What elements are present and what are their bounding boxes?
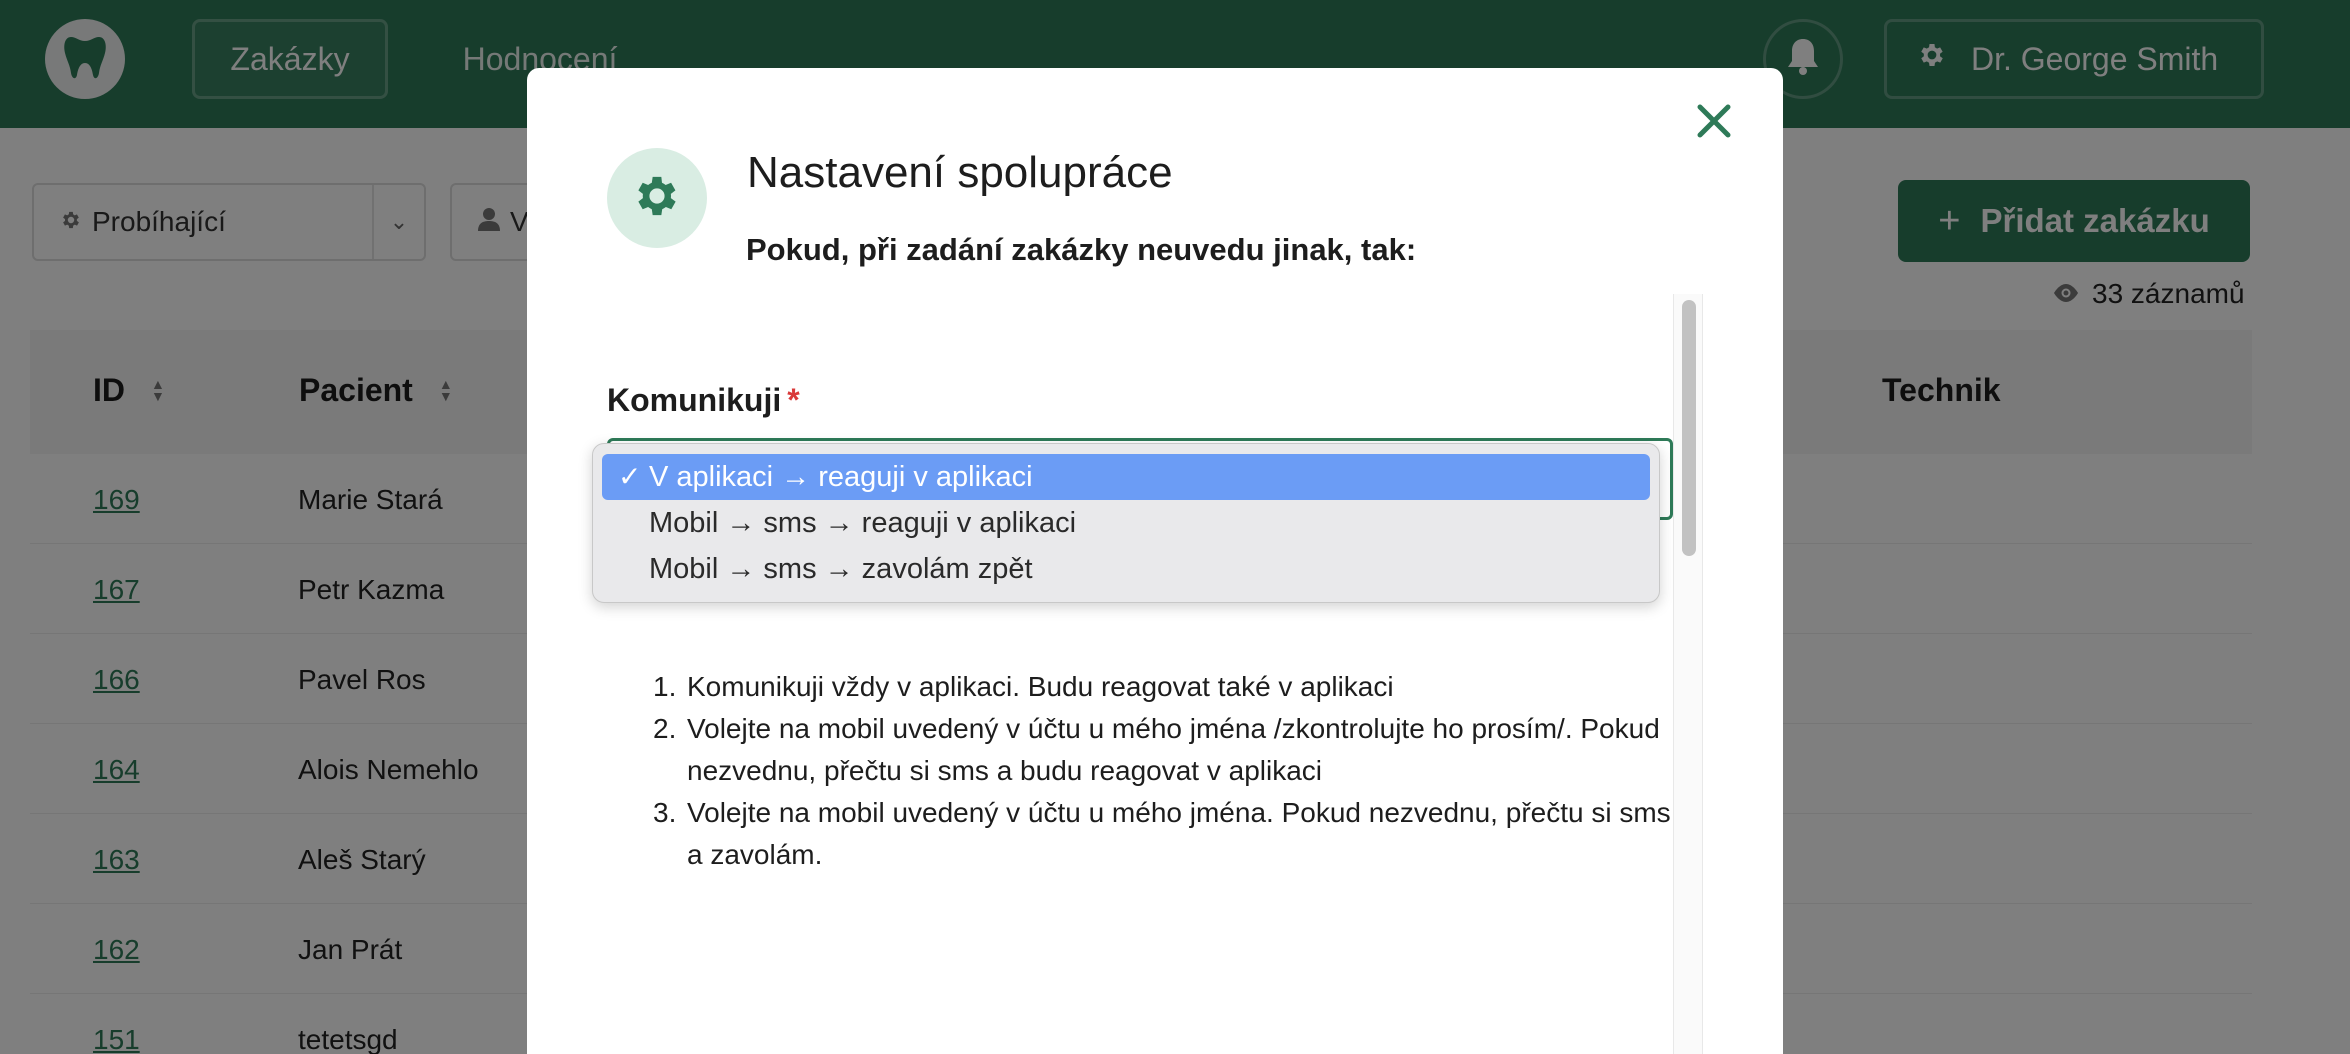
- option-label: Mobil → sms → zavolám zpět: [649, 552, 1033, 585]
- list-text: Volejte na mobil uvedený v účtu u mého j…: [687, 797, 1671, 870]
- list-number: 3.: [653, 797, 677, 828]
- list-item: 1. Komunikuji vždy v aplikaci. Budu reag…: [653, 666, 1687, 708]
- scrollbar-thumb[interactable]: [1682, 300, 1696, 556]
- list-item: 3. Volejte na mobil uvedený v účtu u méh…: [653, 792, 1687, 876]
- collaboration-settings-modal: Nastavení spolupráce Pokud, při zadání z…: [527, 68, 1783, 1054]
- modal-title: Nastavení spolupráce: [747, 148, 1173, 197]
- communication-dropdown: ✓ V aplikaci → reaguji v aplikaci Mobil …: [592, 443, 1660, 603]
- list-text: Komunikuji vždy v aplikaci. Budu reagova…: [687, 671, 1394, 702]
- communication-label-text: Komunikuji: [607, 382, 782, 418]
- close-button[interactable]: [1689, 98, 1739, 148]
- option-descriptions: 1. Komunikuji vždy v aplikaci. Budu reag…: [653, 666, 1687, 876]
- dropdown-option-sms-callback[interactable]: Mobil → sms → zavolám zpět: [602, 546, 1650, 592]
- settings-badge: [607, 148, 707, 248]
- close-icon: [1697, 104, 1731, 143]
- communication-field-label: Komunikuji *: [607, 382, 800, 419]
- option-label: Mobil → sms → reaguji v aplikaci: [649, 506, 1077, 539]
- option-label: V aplikaci → reaguji v aplikaci: [649, 460, 1033, 493]
- list-text: Volejte na mobil uvedený v účtu u mého j…: [687, 713, 1660, 786]
- required-mark: *: [787, 382, 800, 418]
- list-item: 2. Volejte na mobil uvedený v účtu u méh…: [653, 708, 1687, 792]
- list-number: 2.: [653, 713, 677, 744]
- check-icon: ✓: [618, 461, 642, 492]
- modal-subtitle: Pokud, při zadání zakázky neuvedu jinak,…: [746, 232, 1417, 267]
- list-number: 1.: [653, 671, 677, 702]
- dropdown-option-app[interactable]: ✓ V aplikaci → reaguji v aplikaci: [602, 454, 1650, 500]
- dropdown-option-sms-app[interactable]: Mobil → sms → reaguji v aplikaci: [602, 500, 1650, 546]
- gear-icon: [631, 170, 683, 227]
